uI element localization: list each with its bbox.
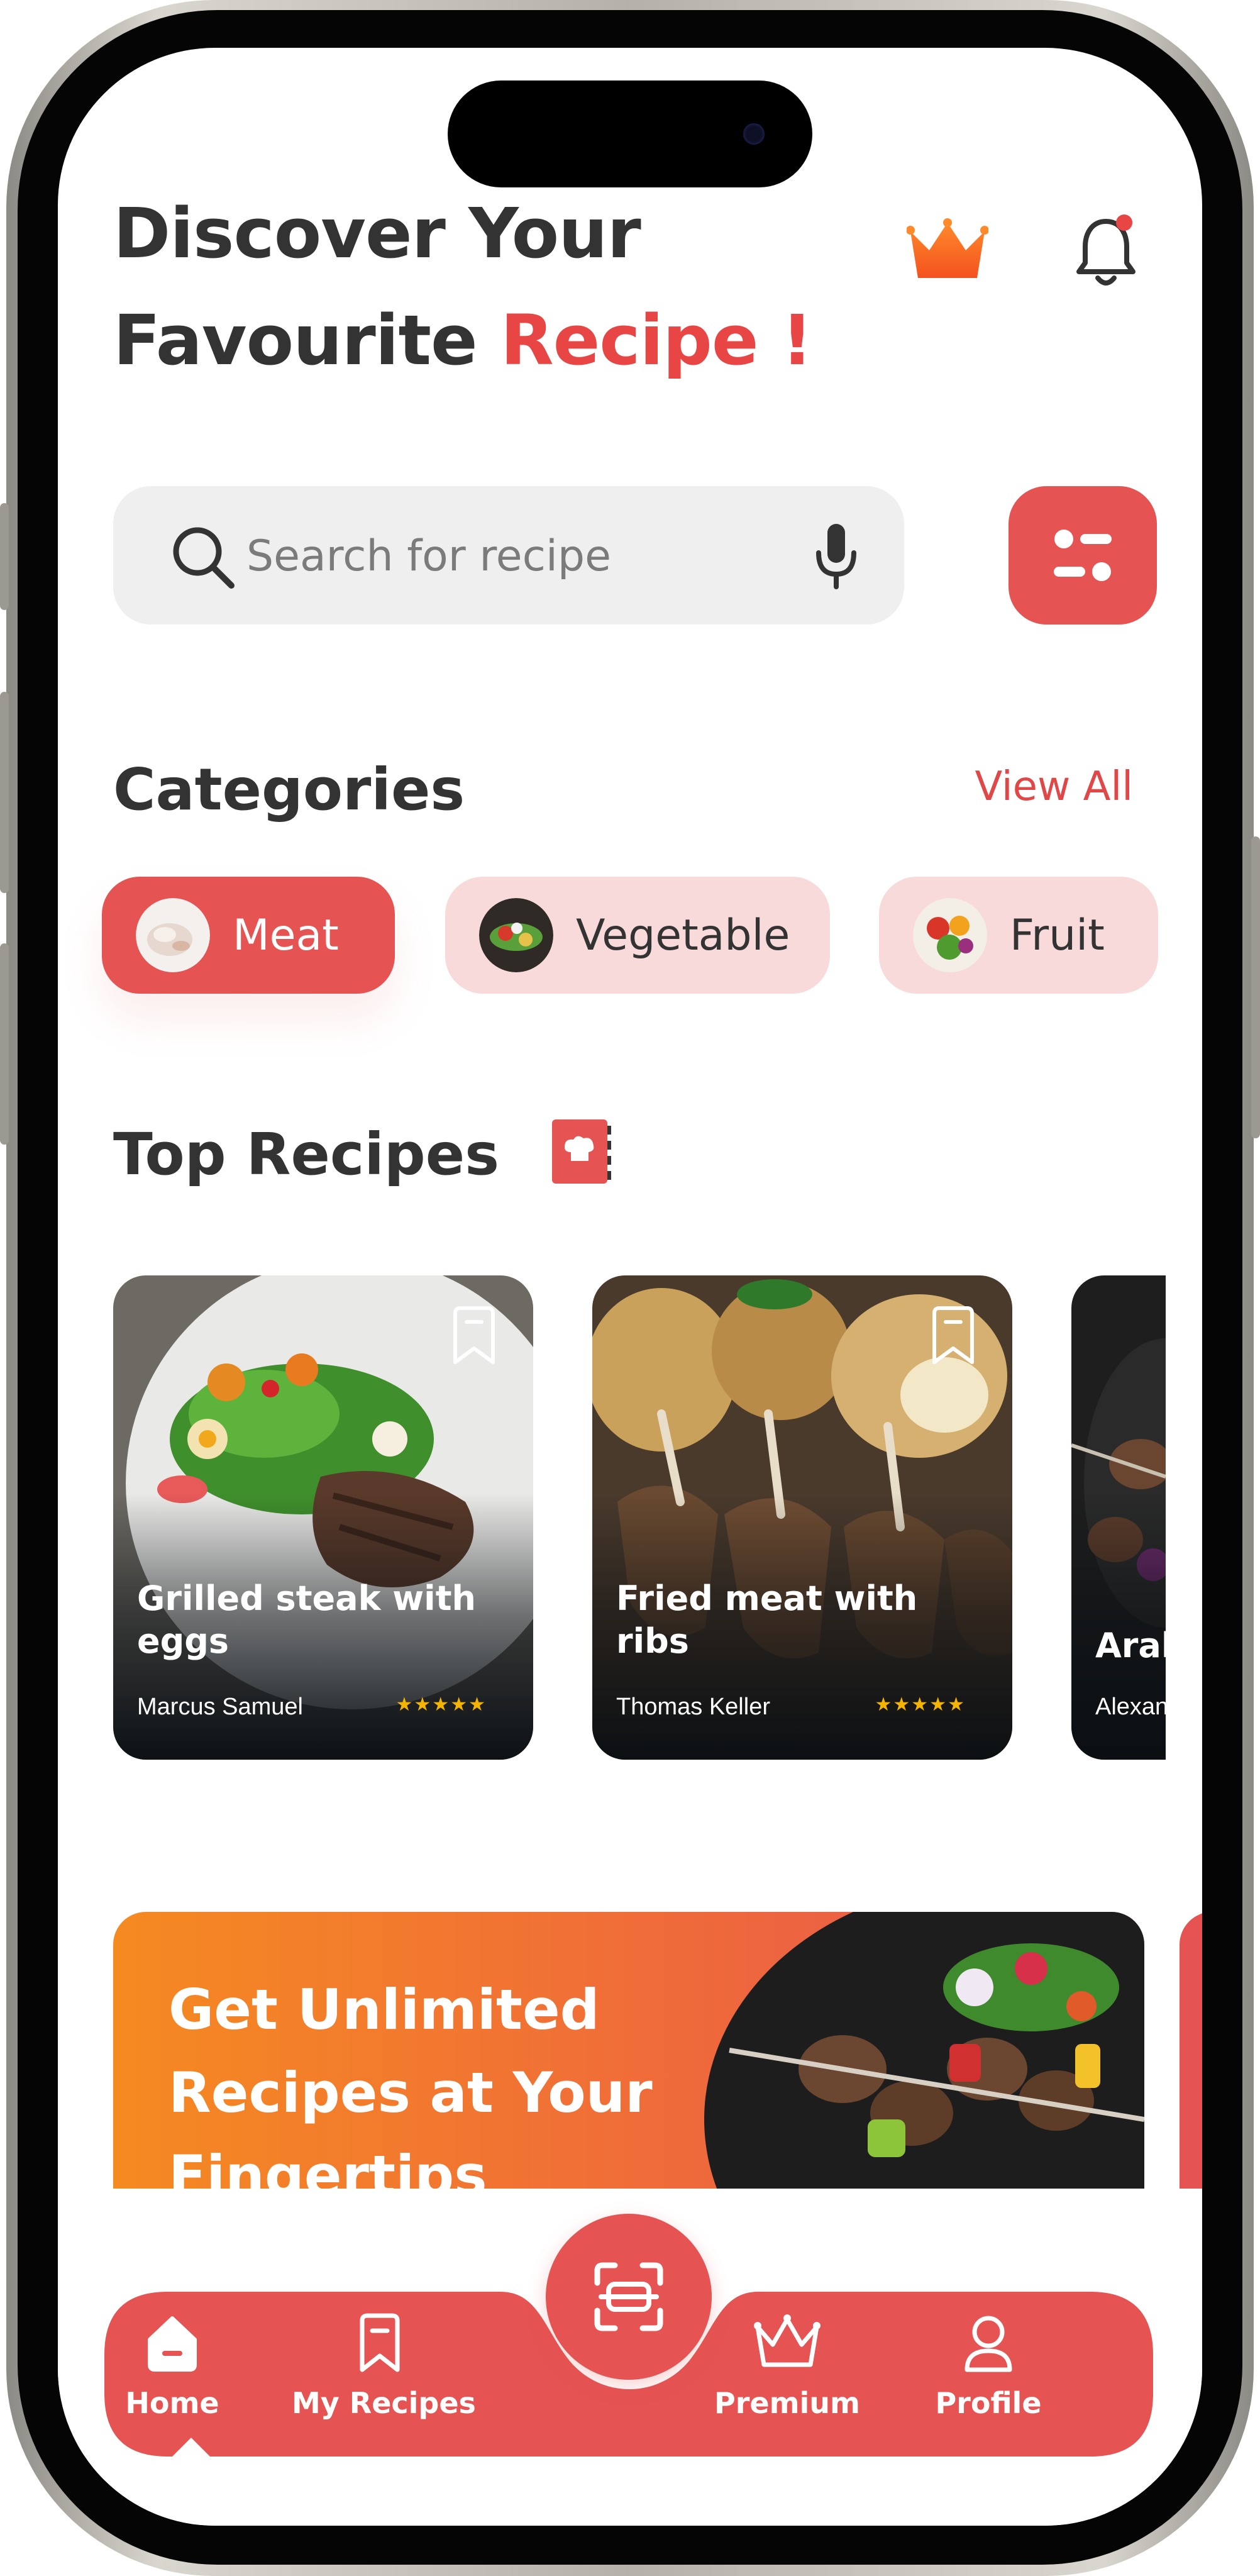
rating-stars: ★★★★★: [875, 1694, 966, 1715]
fruit-thumbnail: [913, 898, 987, 972]
top-recipes-title: Top Recipes: [113, 1121, 499, 1188]
category-chip-fruit[interactable]: Fruit: [879, 877, 1158, 994]
recipe-book-icon: [552, 1119, 611, 1184]
nav-profile[interactable]: Profile: [900, 2312, 1076, 2444]
active-tab-indicator: [172, 2438, 210, 2457]
category-chip-vegetable[interactable]: Vegetable: [445, 877, 830, 994]
vegetable-thumbnail: [479, 898, 553, 972]
scan-icon: [594, 2262, 663, 2331]
title-line-2: Favourite Recipe !: [113, 287, 855, 394]
bell-icon: [1076, 214, 1136, 286]
search-icon: [173, 527, 235, 589]
nav-home[interactable]: Home: [84, 2312, 260, 2444]
next-promo-banner[interactable]: [1180, 1912, 1202, 2189]
nav-label: My Recipes: [292, 2386, 476, 2420]
chip-label: Fruit: [1010, 910, 1105, 960]
volume-down-button: [0, 943, 9, 1145]
nav-my-recipes[interactable]: My Recipes: [292, 2312, 476, 2444]
user-icon: [964, 2316, 1012, 2372]
category-chip-meat[interactable]: Meat: [102, 877, 395, 994]
search-input[interactable]: [245, 524, 801, 588]
premium-crown-icon[interactable]: [906, 218, 989, 287]
rating-stars: ★★★★★: [395, 1694, 487, 1715]
recipe-card[interactable]: Arab Alexand: [1071, 1275, 1166, 1760]
scan-recipe-button[interactable]: [546, 2214, 712, 2380]
bookmark-icon[interactable]: [449, 1306, 499, 1366]
recipe-title: Fried meat with ribs: [616, 1579, 918, 1661]
filter-icon: [1054, 530, 1112, 581]
volume-up-button: [0, 692, 9, 893]
crown-icon: [906, 218, 989, 278]
recipe-author: Thomas Keller: [616, 1694, 770, 1720]
bookmark-icon[interactable]: [928, 1306, 978, 1366]
recipe-card[interactable]: Grilled steak with eggs Marcus Samuel ★★…: [113, 1275, 533, 1760]
front-camera: [743, 123, 765, 145]
notification-bell-button[interactable]: [1071, 213, 1141, 291]
chip-label: Vegetable: [576, 910, 790, 960]
chip-label: Meat: [233, 910, 339, 960]
nav-premium[interactable]: Premium: [699, 2312, 875, 2444]
promo-kebab-photo: [704, 1912, 1144, 2189]
crown-icon: [754, 2314, 821, 2367]
categories-title: Categories: [113, 756, 465, 823]
page-title: Discover Your Favourite Recipe !: [113, 180, 855, 394]
bookmark-icon: [360, 2313, 400, 2372]
meat-thumbnail: [136, 898, 210, 972]
power-button: [1251, 836, 1260, 1138]
mic-icon[interactable]: [811, 521, 861, 591]
filter-button[interactable]: [1009, 486, 1157, 625]
recipe-author: Marcus Samuel: [137, 1694, 303, 1720]
promo-text: Get Unlimited Recipes at Your Fingertips: [169, 1977, 653, 2189]
nav-label: Profile: [935, 2386, 1042, 2420]
premium-promo-banner[interactable]: Get Unlimited Recipes at Your Fingertips: [113, 1912, 1144, 2189]
title-accent: Recipe !: [500, 300, 813, 380]
recipe-title: Grilled steak with eggs: [137, 1579, 476, 1661]
recipe-author: Alexand: [1095, 1694, 1166, 1720]
search-bar[interactable]: [113, 486, 904, 625]
recipe-title: Arab: [1095, 1626, 1166, 1665]
home-icon: [148, 2316, 197, 2372]
app-screen: Discover Your Favourite Recipe ! Search …: [58, 48, 1202, 2526]
title-prefix: Favourite: [113, 300, 478, 380]
card-gradient: [1071, 1275, 1166, 1760]
action-button: [0, 503, 9, 610]
nav-label: Premium: [714, 2386, 860, 2420]
view-all-link[interactable]: View All: [970, 758, 1133, 815]
recipe-card[interactable]: Fried meat with ribs Thomas Keller ★★★★★: [592, 1275, 1012, 1760]
nav-label: Home: [125, 2386, 219, 2420]
title-line-1: Discover Your: [113, 193, 641, 274]
